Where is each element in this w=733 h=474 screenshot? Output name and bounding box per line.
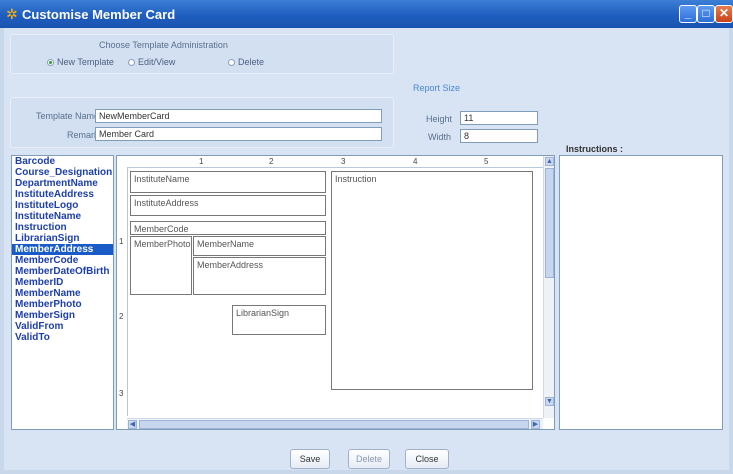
close-button[interactable]: Close	[405, 449, 449, 469]
radio-label: Edit/View	[138, 57, 176, 67]
report-size-heading: Report Size	[413, 83, 461, 93]
field-item-selected[interactable]: MemberAddress	[12, 244, 113, 255]
librarian-sign-box[interactable]: LibrarianSign	[232, 305, 326, 335]
template-admin-panel: Choose Template Administration New Templ…	[10, 34, 394, 74]
width-label: Width	[428, 132, 452, 142]
radio-label: Delete	[238, 57, 265, 67]
window-title: Customise Member Card	[22, 7, 176, 22]
title-bar: ✲ Customise Member Card _ □ ✕	[0, 0, 733, 28]
field-item[interactable]: MemberPhoto	[12, 299, 113, 310]
maximize-button[interactable]: □	[697, 5, 715, 23]
ruler-mark: 2	[269, 157, 274, 166]
field-item[interactable]: MemberDateOfBirth	[12, 266, 113, 277]
vertical-scrollbar[interactable]: ▲ ▼	[543, 156, 554, 418]
instruction-box[interactable]: Instruction	[331, 171, 533, 390]
vertical-scroll-thumb[interactable]	[545, 168, 554, 278]
scroll-right-icon[interactable]: ▶	[531, 420, 540, 429]
remark-label: Remark	[67, 130, 99, 140]
ruler-mark: 1	[119, 237, 124, 246]
field-item[interactable]: ValidFrom	[12, 321, 113, 332]
radio-edit-view[interactable]: Edit/View	[128, 57, 175, 67]
delete-button[interactable]: Delete	[348, 449, 390, 469]
vertical-ruler: 1 2 3	[117, 167, 128, 416]
field-item[interactable]: Barcode	[12, 156, 113, 167]
radio-delete[interactable]: Delete	[228, 57, 264, 67]
template-name-input[interactable]: NewMemberCard	[95, 109, 382, 123]
template-name-label: Template Name	[36, 111, 100, 121]
design-canvas[interactable]: 1 2 3 4 5 1 2 3 InstituteName InstituteA…	[116, 155, 555, 430]
member-code-box[interactable]: MemberCode	[130, 221, 326, 235]
field-item[interactable]: LibrarianSign	[12, 233, 113, 244]
horizontal-ruler: 1 2 3 4 5	[127, 156, 543, 168]
ruler-mark: 2	[119, 312, 124, 321]
width-input[interactable]: 8	[460, 129, 538, 143]
field-item[interactable]: InstituteLogo	[12, 200, 113, 211]
institute-address-box[interactable]: InstituteAddress	[130, 195, 326, 216]
horizontal-scroll-thumb[interactable]	[139, 420, 529, 429]
field-item[interactable]: InstituteName	[12, 211, 113, 222]
minimize-button[interactable]: _	[679, 5, 697, 23]
ruler-mark: 1	[199, 157, 204, 166]
member-name-box[interactable]: MemberName	[193, 236, 326, 256]
field-item[interactable]: MemberID	[12, 277, 113, 288]
app-gear-icon: ✲	[6, 6, 18, 22]
field-item[interactable]: MemberName	[12, 288, 113, 299]
field-item[interactable]: InstituteAddress	[12, 189, 113, 200]
scroll-up-icon[interactable]: ▲	[545, 157, 554, 166]
field-item[interactable]: Instruction	[12, 222, 113, 233]
radio-selected-icon	[47, 59, 54, 66]
radio-empty-icon	[228, 59, 235, 66]
field-list[interactable]: Barcode Course_Designation DepartmentNam…	[11, 155, 114, 430]
scroll-left-icon[interactable]: ◀	[128, 420, 137, 429]
ruler-mark: 5	[484, 157, 489, 166]
radio-label: New Template	[57, 57, 114, 67]
instructions-textarea[interactable]	[559, 155, 723, 430]
field-item[interactable]: MemberSign	[12, 310, 113, 321]
radio-empty-icon	[128, 59, 135, 66]
field-item[interactable]: MemberCode	[12, 255, 113, 266]
field-item[interactable]: Course_Designation	[12, 167, 113, 178]
ruler-mark: 3	[341, 157, 346, 166]
member-photo-box[interactable]: MemberPhoto	[130, 236, 192, 295]
save-button[interactable]: Save	[290, 449, 330, 469]
horizontal-scrollbar[interactable]: ◀ ▶	[127, 418, 543, 429]
radio-new-template[interactable]: New Template	[47, 57, 114, 67]
field-item[interactable]: DepartmentName	[12, 178, 113, 189]
scroll-down-icon[interactable]: ▼	[545, 397, 554, 406]
remark-input[interactable]: Member Card	[95, 127, 382, 141]
close-window-button[interactable]: ✕	[715, 5, 733, 23]
field-item[interactable]: ValidTo	[12, 332, 113, 343]
ruler-mark: 4	[413, 157, 418, 166]
instructions-label: Instructions :	[566, 144, 624, 154]
ruler-mark: 3	[119, 389, 124, 398]
member-address-box[interactable]: MemberAddress	[193, 257, 326, 295]
height-input[interactable]: 11	[460, 111, 538, 125]
template-admin-heading: Choose Template Administration	[99, 40, 228, 50]
institute-name-box[interactable]: InstituteName	[130, 171, 326, 193]
height-label: Height	[426, 114, 453, 124]
